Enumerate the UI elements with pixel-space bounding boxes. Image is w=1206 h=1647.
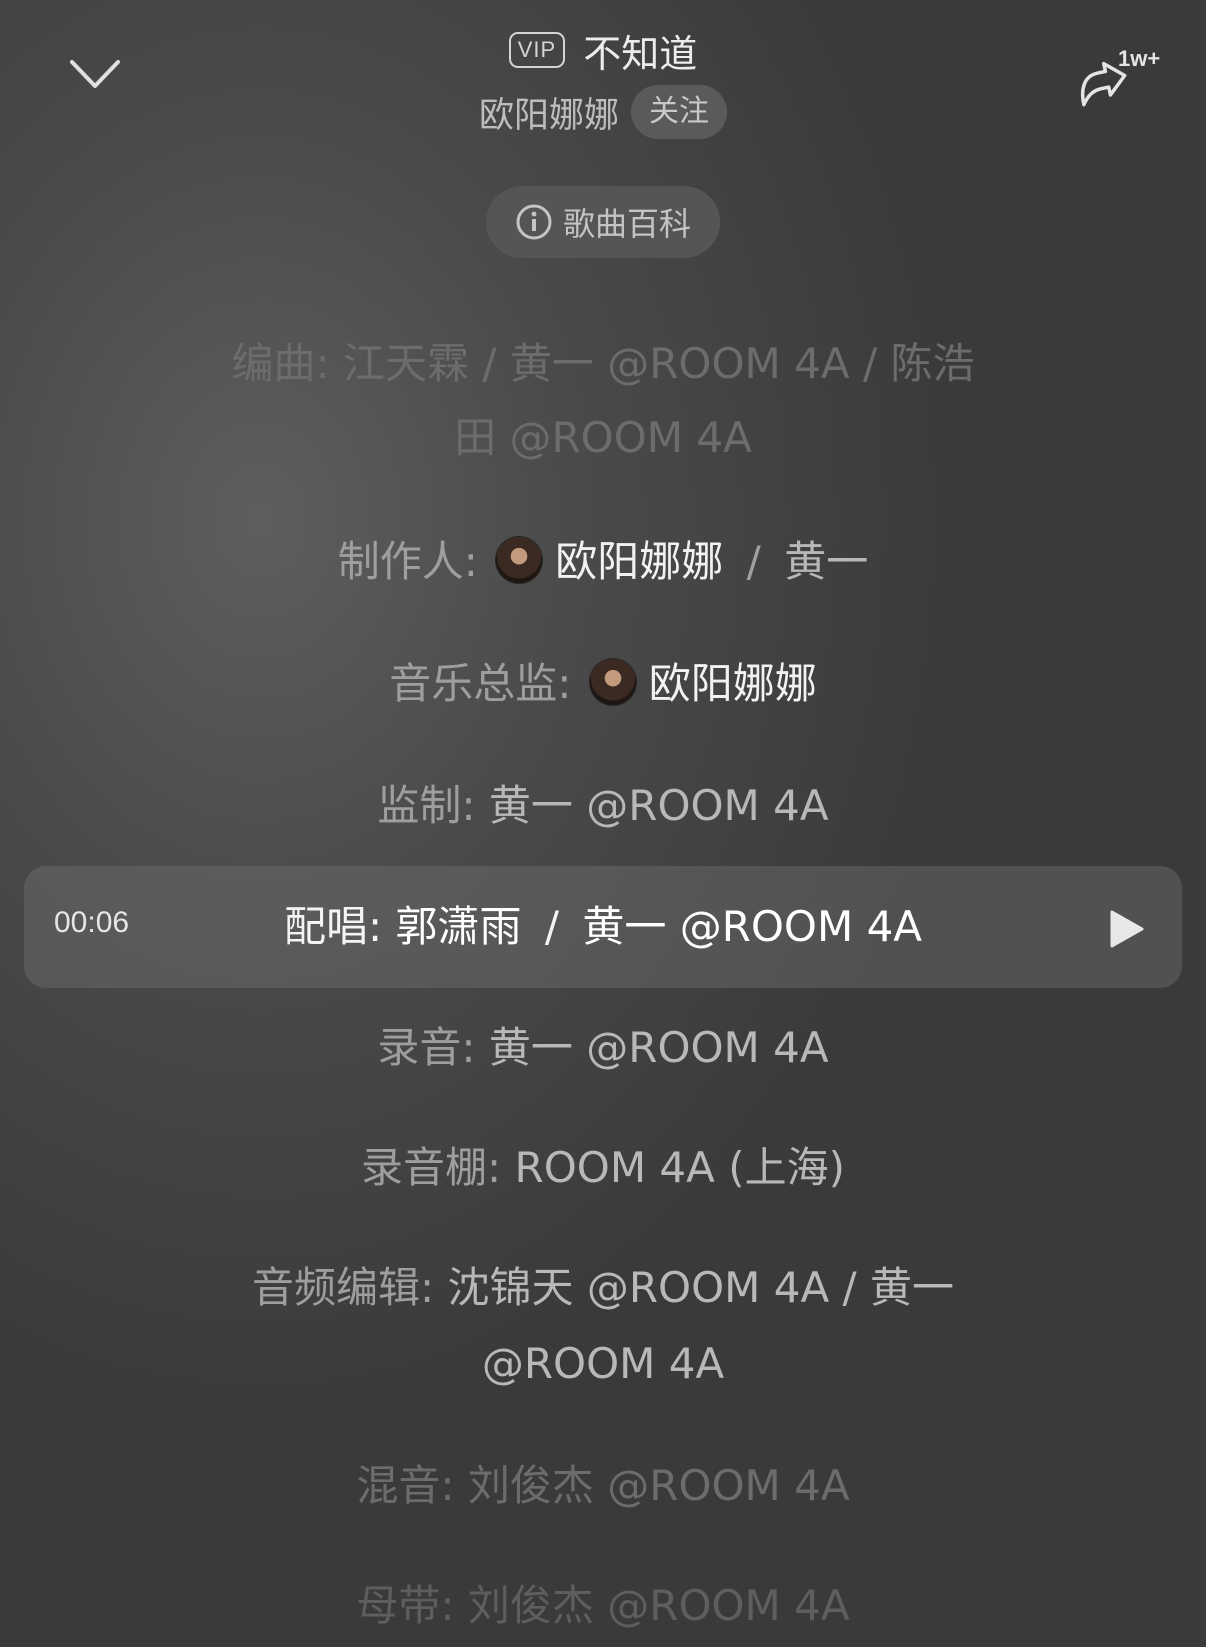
producer-name-2: 黄一: [784, 537, 869, 586]
music-director-name[interactable]: 欧阳娜娜: [649, 659, 817, 708]
backing-vocal-name-1: 郭潇雨: [395, 902, 522, 951]
credit-label: 配唱:: [283, 902, 383, 951]
play-icon: [1110, 910, 1144, 948]
producer-name-1[interactable]: 欧阳娜娜: [555, 537, 723, 586]
credit-value: 黄一 @ROOM 4A: [488, 781, 829, 830]
credit-label: 混音:: [356, 1461, 455, 1510]
credit-label: 编曲:: [231, 339, 330, 388]
info-icon: [516, 204, 552, 240]
share-count: 1w+: [1118, 46, 1161, 71]
credit-arranger-line2[interactable]: 田 @ROOM 4A: [0, 400, 1206, 476]
credit-label: 录音棚:: [361, 1143, 502, 1192]
vip-badge: VIP: [508, 32, 566, 68]
credit-music-director[interactable]: 音乐总监: 欧阳娜娜: [0, 646, 1206, 722]
credit-label: 音频编辑:: [251, 1263, 435, 1312]
avatar[interactable]: [495, 536, 544, 584]
credit-value: ROOM 4A (上海): [514, 1143, 845, 1192]
avatar[interactable]: [588, 658, 637, 706]
credit-mixing[interactable]: 混音: 刘俊杰 @ROOM 4A: [0, 1448, 1206, 1524]
credit-label: 监制:: [377, 781, 476, 830]
share-button[interactable]: 1w+: [1070, 44, 1170, 110]
credit-label: 音乐总监:: [389, 659, 572, 708]
credit-supervisor[interactable]: 监制: 黄一 @ROOM 4A: [0, 768, 1206, 844]
play-from-line-button[interactable]: [1106, 908, 1146, 950]
credit-master[interactable]: 母带: 刘俊杰 @ROOM 4A: [0, 1568, 1206, 1644]
artist-name[interactable]: 欧阳娜娜: [479, 87, 619, 138]
song-wiki-label: 歌曲百科: [562, 205, 691, 243]
credit-value: 沈锦天 @ROOM 4A / 黄一: [447, 1263, 955, 1312]
credit-value: 刘俊杰 @ROOM 4A: [467, 1581, 850, 1630]
credit-recording[interactable]: 录音: 黄一 @ROOM 4A: [0, 1010, 1206, 1086]
credit-producer[interactable]: 制作人: 欧阳娜娜 / 黄一: [0, 524, 1206, 600]
credit-value: 江天霖 / 黄一 @ROOM 4A / 陈浩: [343, 339, 975, 388]
credit-value: 刘俊杰 @ROOM 4A: [467, 1461, 850, 1510]
credit-backing-vocals[interactable]: 配唱: 郭潇雨 / 黄一 @ROOM 4A: [0, 889, 1206, 965]
credit-studio[interactable]: 录音棚: ROOM 4A (上海): [0, 1130, 1206, 1206]
credit-value: 田 @ROOM 4A: [454, 413, 752, 462]
separator: /: [746, 537, 761, 586]
credit-label: 母带:: [356, 1581, 455, 1630]
credit-audio-editing-line1[interactable]: 音频编辑: 沈锦天 @ROOM 4A / 黄一: [0, 1250, 1206, 1326]
credit-value: 黄一 @ROOM 4A: [488, 1023, 829, 1072]
credit-arranger-line1[interactable]: 编曲: 江天霖 / 黄一 @ROOM 4A / 陈浩: [0, 326, 1206, 402]
song-title: 不知道: [583, 31, 698, 76]
credit-value: @ROOM 4A: [481, 1339, 725, 1388]
credit-label: 制作人:: [337, 537, 478, 586]
backing-vocal-name-2: 黄一 @ROOM 4A: [582, 902, 923, 951]
follow-button[interactable]: 关注: [631, 85, 727, 139]
separator: /: [544, 902, 559, 951]
credit-label: 录音:: [377, 1023, 476, 1072]
title-row: VIP 不知道: [0, 24, 1206, 76]
credit-audio-editing-line2[interactable]: @ROOM 4A: [0, 1326, 1206, 1402]
artist-row: 欧阳娜娜 关注: [0, 84, 1206, 140]
song-wiki-button[interactable]: 歌曲百科: [486, 186, 720, 258]
